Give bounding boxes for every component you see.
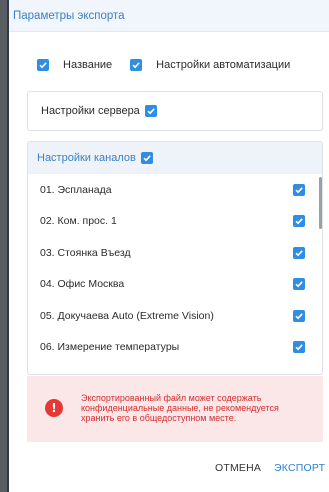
check-icon	[147, 108, 155, 115]
server-settings-label: Настройки сервера	[41, 105, 140, 117]
cancel-button[interactable]: ОТМЕНА	[215, 462, 261, 474]
channel-settings-panel: Настройки каналов 01. Эспланада 02. Ком.…	[27, 141, 323, 375]
server-settings-checkbox[interactable]	[144, 105, 157, 117]
channel-item[interactable]: 01. Эспланада	[28, 174, 322, 206]
channel-settings-label: Настройки каналов	[37, 152, 136, 164]
export-button[interactable]: ЭКСПОРТ	[274, 462, 325, 474]
check-icon	[39, 62, 47, 69]
check-icon	[132, 62, 140, 69]
automation-label: Настройки автоматизации	[156, 59, 291, 71]
check-icon	[295, 281, 303, 288]
warning-text: Экспортированный файл может содержать ко…	[81, 393, 279, 423]
channel-checkbox[interactable]	[293, 341, 305, 354]
channel-checkbox[interactable]	[293, 183, 305, 196]
check-icon	[295, 218, 303, 225]
channel-checkbox[interactable]	[293, 215, 305, 228]
automation-checkbox[interactable]	[130, 59, 143, 71]
channel-item[interactable]: 03. Стоянка Въезд	[28, 237, 322, 269]
channel-item[interactable]: 02. Ком. прос. 1	[28, 206, 322, 238]
channel-label: 06. Измерение температуры	[40, 341, 180, 354]
alert-circle-icon: !	[45, 399, 63, 417]
channel-settings-checkbox[interactable]	[140, 152, 153, 164]
server-settings-box: Настройки сервера	[27, 91, 323, 131]
channel-item[interactable]: 04. Офис Москва	[28, 269, 322, 301]
channel-list-scrollbar[interactable]	[319, 177, 322, 229]
warning-banner: ! Экспортированный файл может содержать …	[27, 376, 323, 442]
dialog-title: Параметры экспорта	[13, 9, 125, 22]
channel-checkbox[interactable]	[293, 246, 305, 259]
check-icon	[295, 250, 303, 257]
name-checkbox[interactable]	[37, 59, 49, 71]
channel-label: 05. Докучаева Auto (Extreme Vision)	[40, 309, 214, 322]
channel-label: 02. Ком. прос. 1	[40, 215, 117, 228]
channel-label: 03. Стоянка Въезд	[40, 246, 131, 259]
channel-label: 01. Эспланада	[40, 183, 112, 196]
export-options-row: Название Настройки автоматизации	[37, 59, 308, 71]
channel-item[interactable]: 06. Измерение температуры	[28, 332, 322, 364]
check-icon	[295, 344, 303, 351]
channel-item[interactable]: 05. Докучаева Auto (Extreme Vision)	[28, 300, 322, 332]
dialog-header: Параметры экспорта	[9, 0, 329, 32]
channel-label: 04. Офис Москва	[40, 278, 125, 291]
check-icon	[143, 155, 151, 162]
name-label: Название	[63, 59, 113, 71]
channel-settings-header: Настройки каналов	[28, 142, 322, 174]
channel-checkbox[interactable]	[293, 309, 305, 322]
channel-checkbox[interactable]	[293, 278, 305, 291]
check-icon	[295, 313, 303, 320]
channel-list[interactable]: 01. Эспланада 02. Ком. прос. 1 03. Стоян…	[28, 174, 322, 363]
check-icon	[295, 187, 303, 194]
export-dialog: Параметры экспорта Название Настройки ав…	[7, 0, 329, 492]
